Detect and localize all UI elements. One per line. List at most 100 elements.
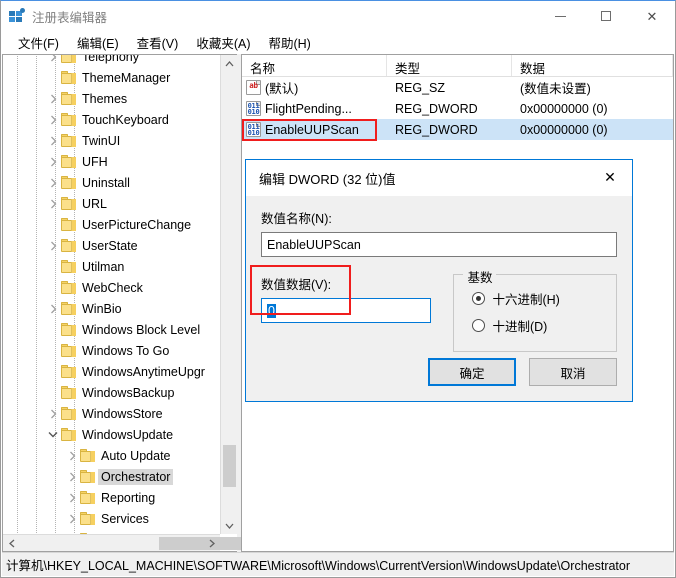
- scroll-right-icon[interactable]: [203, 535, 220, 552]
- chevron-right-icon[interactable]: [64, 487, 80, 508]
- tree-vertical-scroll-thumb[interactable]: [223, 445, 236, 487]
- status-path: 计算机\HKEY_LOCAL_MACHINE\SOFTWARE\Microsof…: [6, 559, 631, 573]
- tree-item-url[interactable]: URL: [3, 193, 220, 214]
- value-name-cell: ab (默认): [242, 78, 387, 97]
- chevron-right-icon[interactable]: [64, 508, 80, 529]
- registry-tree[interactable]: Telephony ThemeManager Themes TouchKeyboard…: [3, 55, 220, 534]
- radio-hexadecimal[interactable]: 十六进制(H): [454, 285, 616, 312]
- menu-favorites[interactable]: 收藏夹(A): [187, 31, 259, 54]
- tree-item-windows-block-level[interactable]: Windows Block Level: [3, 319, 220, 340]
- tree-item-label: WinBio: [82, 301, 122, 316]
- tree-item-label: WindowsUpdate: [82, 427, 174, 442]
- tree-item-thememanager[interactable]: ThemeManager: [3, 67, 220, 88]
- folder-icon: [61, 406, 77, 421]
- ok-button[interactable]: 确定: [428, 358, 516, 386]
- tree-item-reporting[interactable]: Reporting: [3, 487, 220, 508]
- close-button[interactable]: ✕: [629, 1, 675, 31]
- scroll-down-icon[interactable]: [221, 517, 238, 534]
- tree-item-services[interactable]: Services: [3, 508, 220, 529]
- radio-icon: [472, 292, 486, 305]
- value-data-text: 0: [267, 303, 276, 318]
- folder-icon: [61, 301, 77, 316]
- chevron-right-icon[interactable]: [64, 466, 80, 487]
- chevron-right-icon[interactable]: [45, 55, 61, 67]
- folder-icon: [61, 55, 77, 64]
- minimize-button[interactable]: [537, 1, 583, 31]
- folder-icon: [61, 427, 77, 442]
- chevron-right-icon[interactable]: [45, 403, 61, 424]
- window-title: 注册表编辑器: [32, 10, 108, 25]
- table-row[interactable]: 011 010 EnableUUPScan REG_DWORD 0x00000000 (…: [242, 119, 673, 140]
- tree-item-windows-to-go[interactable]: Windows To Go: [3, 340, 220, 361]
- string-value-icon: ab: [246, 80, 261, 95]
- tree-item-label: UserState: [82, 238, 138, 253]
- tree-item-userpicturechange[interactable]: UserPictureChange: [3, 214, 220, 235]
- chevron-right-icon[interactable]: [45, 88, 61, 109]
- tree-item-windowsanytimeupgr[interactable]: WindowsAnytimeUpgr: [3, 361, 220, 382]
- value-type-cell: REG_SZ: [395, 80, 446, 95]
- folder-icon: [61, 112, 77, 127]
- tree-item-auto-update[interactable]: Auto Update: [3, 445, 220, 466]
- tree-horizontal-scrollbar[interactable]: [3, 534, 285, 552]
- value-name-text: EnableUUPScan: [265, 122, 359, 137]
- registry-icon: [9, 8, 25, 24]
- chevron-right-icon[interactable]: [45, 151, 61, 172]
- chevron-right-icon[interactable]: [45, 193, 61, 214]
- chevron-right-icon[interactable]: [45, 235, 61, 256]
- scroll-up-icon[interactable]: [221, 55, 238, 72]
- tree-item-twinui[interactable]: TwinUI: [3, 130, 220, 151]
- value-data-input[interactable]: 0: [261, 298, 432, 323]
- tree-item-telephony[interactable]: Telephony: [3, 55, 220, 67]
- menu-view[interactable]: 查看(V): [128, 31, 188, 54]
- radio-decimal[interactable]: 十进制(D): [454, 312, 616, 339]
- tree-item-label: Reporting: [101, 490, 156, 505]
- value-name-text: (默认): [265, 82, 299, 96]
- column-header-type[interactable]: 类型: [387, 55, 512, 76]
- tree-item-windowsbackup[interactable]: WindowsBackup: [3, 382, 220, 403]
- base-groupbox-legend: 基数: [463, 267, 497, 286]
- tree-item-label: UFH: [82, 154, 108, 169]
- column-header-name[interactable]: 名称: [242, 55, 387, 76]
- table-row[interactable]: 011 010 FlightPending... REG_DWORD 0x0000000…: [242, 98, 673, 119]
- tree-item-userstate[interactable]: UserState: [3, 235, 220, 256]
- tree-item-label: TwinUI: [82, 133, 121, 148]
- tree-item-touchkeyboard[interactable]: TouchKeyboard: [3, 109, 220, 130]
- chevron-right-icon[interactable]: [45, 109, 61, 130]
- dialog-close-button[interactable]: ✕: [588, 160, 632, 195]
- column-header-data[interactable]: 数据: [512, 55, 673, 76]
- tree-item-webcheck[interactable]: WebCheck: [3, 277, 220, 298]
- tree-item-winbio[interactable]: WinBio: [3, 298, 220, 319]
- folder-icon: [61, 364, 77, 379]
- tree-item-label: Uninstall: [82, 175, 130, 190]
- scroll-left-icon[interactable]: [3, 535, 20, 552]
- menu-file[interactable]: 文件(F): [9, 31, 68, 54]
- tree-item-orchestrator[interactable]: Orchestrator: [3, 466, 220, 487]
- tree-item-windowsstore[interactable]: WindowsStore: [3, 403, 220, 424]
- tree-item-label: Themes: [82, 91, 128, 106]
- tree-item-themes[interactable]: Themes: [3, 88, 220, 109]
- menu-edit[interactable]: 编辑(E): [68, 31, 128, 54]
- table-row[interactable]: ab (默认) REG_SZ (数值未设置): [242, 77, 673, 98]
- chevron-right-icon[interactable]: [45, 298, 61, 319]
- maximize-button[interactable]: [583, 1, 629, 31]
- menu-help[interactable]: 帮助(H): [259, 31, 319, 54]
- tree-item-windowsupdate[interactable]: WindowsUpdate: [3, 424, 220, 445]
- chevron-down-icon[interactable]: [45, 424, 61, 445]
- radio-decimal-label: 十进制(D): [492, 320, 548, 334]
- folder-icon: [80, 469, 96, 484]
- tree-item-label: WindowsBackup: [82, 385, 175, 400]
- chevron-right-icon[interactable]: [45, 130, 61, 151]
- tree-item-uninstall[interactable]: Uninstall: [3, 172, 220, 193]
- value-name-cell: 011 010 EnableUUPScan: [242, 122, 387, 137]
- cancel-button[interactable]: 取消: [529, 358, 617, 386]
- tree-item-label: Auto Update: [101, 448, 171, 463]
- tree-item-utilman[interactable]: Utilman: [3, 256, 220, 277]
- chevron-right-icon[interactable]: [45, 172, 61, 193]
- tree-vertical-scrollbar[interactable]: [220, 55, 237, 534]
- tree-item-ufh[interactable]: UFH: [3, 151, 220, 172]
- value-name-input[interactable]: EnableUUPScan: [261, 232, 617, 257]
- chevron-right-icon[interactable]: [64, 445, 80, 466]
